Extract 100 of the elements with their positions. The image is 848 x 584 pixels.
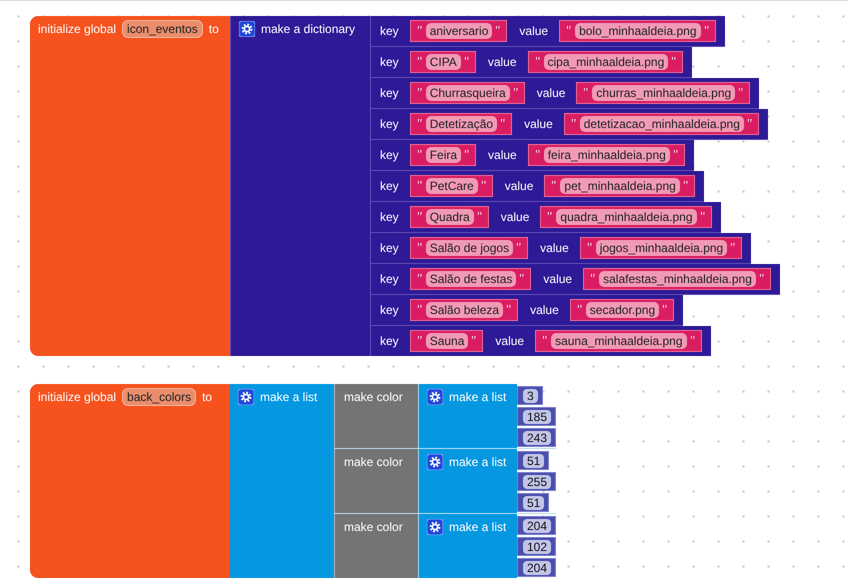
quote-icon [416,273,423,279]
string-field[interactable]: salafestas_minhaaldeia.png [599,271,756,287]
quote-icon [534,149,541,155]
quote-icon [690,335,696,341]
string-field[interactable]: pet_minhaaldeia.png [560,178,680,194]
number-field[interactable]: 51 [523,454,544,468]
quote-icon [464,149,470,155]
quote-icon [416,149,423,155]
quote-icon [471,335,478,341]
quote-icon [480,180,487,186]
quote-icon [416,242,423,248]
quote-icon [416,304,423,310]
string-field[interactable]: Quadra [426,209,474,225]
quote-icon [576,304,583,310]
number-field[interactable]: 185 [523,410,552,424]
string-field[interactable]: Detetização [426,116,498,132]
gear-icon[interactable] [239,21,255,37]
string-field[interactable]: jogos_minhaaldeia.png [596,240,728,256]
string-field[interactable]: sauna_minhaaldeia.png [551,333,687,349]
quote-icon [534,56,540,62]
value-label: value [540,241,569,255]
variable-name-field[interactable]: back_colors [122,388,196,406]
key-label: key [380,179,399,193]
quote-icon [519,273,526,279]
string-field[interactable]: PetCare [426,178,478,194]
key-label: key [380,55,399,69]
quote-icon [583,87,590,93]
gear-icon[interactable] [427,454,443,470]
quote-icon [704,25,710,31]
quote-icon [464,56,470,62]
string-field[interactable]: Salão de jogos [426,240,514,256]
quote-icon [570,118,577,124]
value-label: value [524,117,553,131]
string-field[interactable]: quadra_minhaaldeia.png [556,209,697,225]
quote-icon [730,242,736,248]
string-field[interactable]: feira_minhaaldeia.png [544,147,670,163]
gear-icon[interactable] [238,389,254,405]
quote-icon [416,335,423,341]
string-field[interactable]: detetizacao_minhaaldeia.png [580,116,744,132]
string-field[interactable]: CIPA [426,54,461,70]
quote-icon [416,118,423,124]
quote-icon [542,335,548,341]
value-label: value [488,55,516,69]
key-label: key [380,117,399,131]
quote-icon [500,118,506,124]
key-label: key [380,241,399,255]
string-field[interactable]: aniversario [426,23,492,39]
quote-icon [512,87,519,93]
block-label: make a dictionary [261,22,356,36]
string-field[interactable]: Salão de festas [426,271,516,287]
block-label: initialize global [38,390,116,404]
quote-icon [516,242,522,248]
quote-icon [416,180,423,186]
value-label: value [519,24,548,38]
key-label: key [380,24,399,38]
quote-icon [700,211,706,217]
quote-icon [547,211,554,217]
number-field[interactable]: 204 [523,560,552,574]
string-field[interactable]: Sauna [426,333,468,349]
value-label: value [543,272,572,286]
string-field[interactable]: cipa_minhaaldeia.png [544,54,668,70]
number-field[interactable]: 243 [523,430,552,444]
quote-icon [682,180,689,186]
key-label: key [380,148,399,162]
block-label: make color [344,390,403,404]
gear-icon[interactable] [427,519,443,535]
quote-icon [506,304,512,310]
quote-icon [416,56,423,62]
variable-name-field[interactable]: icon_eventos [122,20,203,38]
string-field[interactable]: bolo_minhaaldeia.png [575,23,701,39]
number-field[interactable]: 255 [523,474,552,488]
quote-icon [746,118,753,124]
number-field[interactable]: 3 [523,388,538,402]
quote-icon [590,273,596,279]
string-field[interactable]: Feira [426,147,462,163]
string-field[interactable]: secador.png [586,302,660,318]
number-field[interactable]: 102 [523,540,552,554]
value-label: value [488,148,517,162]
quote-icon [671,56,678,62]
key-label: key [380,272,399,286]
key-label: key [380,210,399,224]
value-label: value [536,86,566,100]
quote-icon [495,25,502,31]
block-label: make a list [449,455,506,469]
value-label: value [495,334,524,348]
quote-icon [662,304,668,310]
string-field[interactable]: churras_minhaaldeia.png [592,85,736,101]
block-label: to [202,390,212,404]
number-field[interactable]: 204 [523,518,552,532]
value-label: value [530,303,559,317]
gear-icon[interactable] [427,389,443,405]
block-label: make a list [449,390,506,404]
string-field[interactable]: Salão beleza [426,302,504,318]
block-label: make color [344,520,403,534]
block-label: make color [344,455,403,469]
number-field[interactable]: 51 [523,496,544,510]
string-field[interactable]: Churrasqueira [426,85,510,101]
quote-icon [416,211,423,217]
key-label: key [380,303,399,317]
block-label: to [208,22,219,36]
